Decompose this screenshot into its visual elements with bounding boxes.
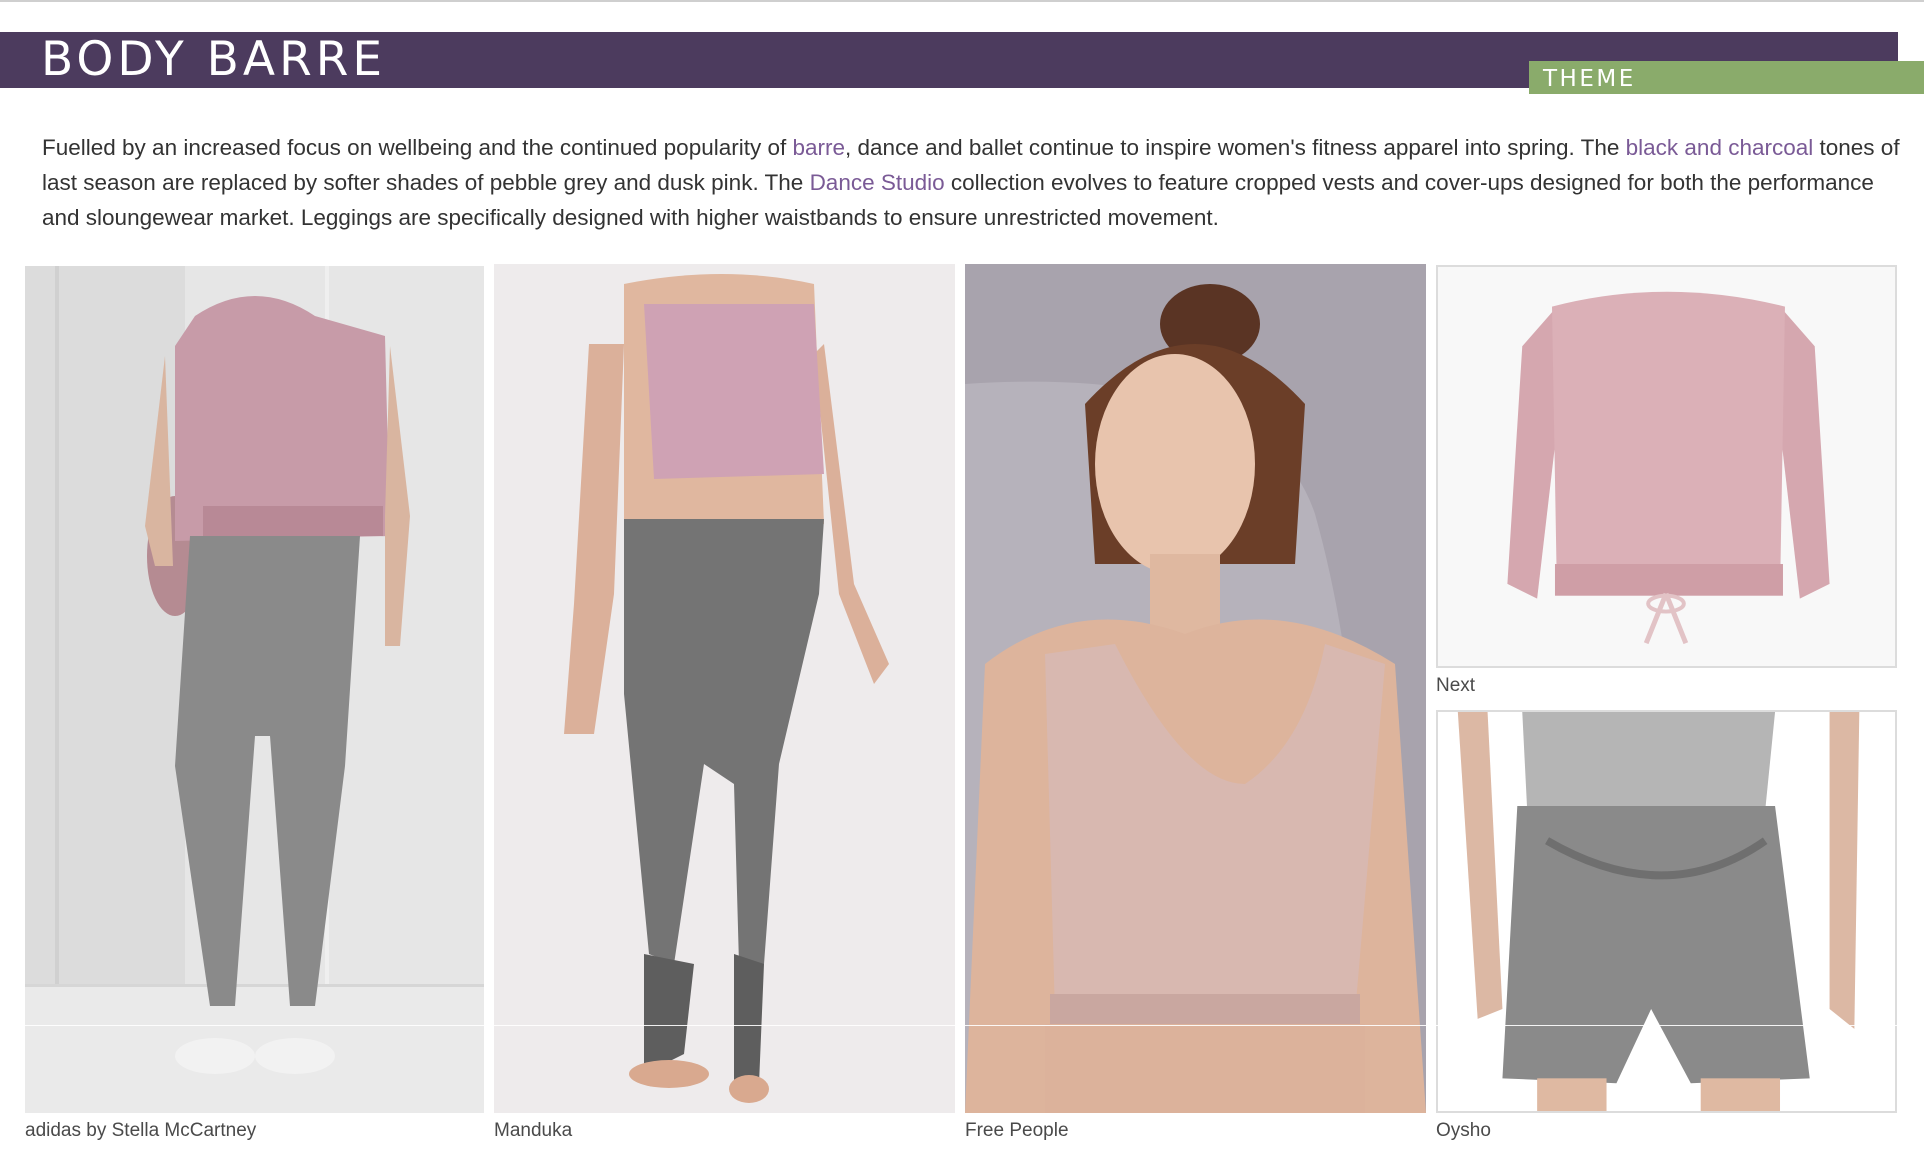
caption-manduka: Manduka [494, 1120, 573, 1141]
page-title: BODY BARRE [41, 32, 387, 87]
barre-link[interactable]: barre [793, 135, 846, 160]
next-photo [1436, 265, 1897, 668]
adidas-photo [25, 266, 484, 1113]
caption-next: Next [1436, 675, 1476, 696]
caption-adidas: adidas by Stella McCartney [25, 1120, 257, 1141]
top-rule [0, 0, 1924, 2]
manduka-photo [494, 264, 955, 1113]
caption-oysho: Oysho [1436, 1120, 1491, 1141]
theme-tag: THEME [1529, 61, 1924, 94]
intro-text-2: , dance and ballet continue to inspire w… [845, 135, 1626, 160]
dance-studio-link[interactable]: Dance Studio [810, 170, 945, 195]
caption-free-people: Free People [965, 1120, 1069, 1141]
intro-text-1: Fuelled by an increased focus on wellbei… [42, 135, 793, 160]
oysho-photo [1436, 710, 1897, 1113]
black-and-charcoal-link[interactable]: black and charcoal [1626, 135, 1814, 160]
intro-paragraph: Fuelled by an increased focus on wellbei… [42, 130, 1902, 235]
guide-line [0, 1025, 1924, 1026]
free-people-photo [965, 264, 1426, 1113]
